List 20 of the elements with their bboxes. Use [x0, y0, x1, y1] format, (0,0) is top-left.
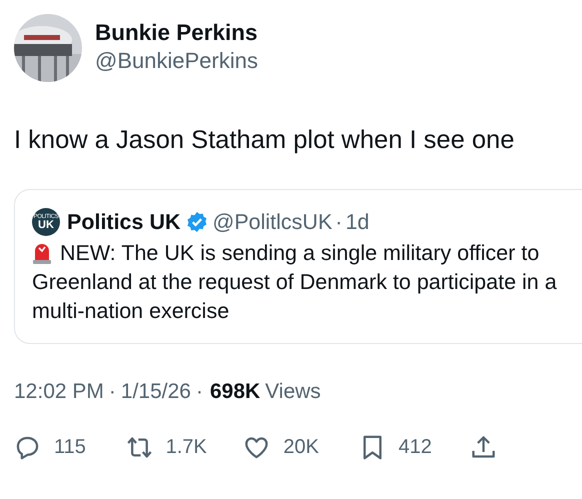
post-time: 12:02 PM: [14, 380, 104, 404]
tweet-text: I know a Jason Statham plot when I see one: [14, 126, 516, 155]
quoted-author-name: Politics UK: [67, 210, 180, 234]
separator-dot: ·: [108, 380, 116, 404]
views-label: Views: [265, 380, 321, 404]
post-date: 1/15/26: [120, 380, 191, 404]
action-count: 115: [54, 436, 86, 459]
action-count: 1.7K: [166, 436, 207, 459]
views-count: 698K: [210, 380, 260, 404]
quoted-post-text: NEW: The UK is sending a single military officer to Greenland at the request of Denmark to participate in a multi-nation exercise: [32, 240, 558, 325]
separator-dot: ·: [196, 380, 203, 404]
siren-icon: [32, 242, 52, 264]
author-name[interactable]: Bunkie Perkins: [95, 20, 258, 46]
author-handle[interactable]: @BunkiePerkins: [95, 48, 258, 74]
quoted-post-time: 1d: [345, 210, 370, 234]
quoted-author-handle: @PolitlcsUK: [212, 210, 332, 234]
reply-icon[interactable]: [14, 434, 41, 461]
action-count: 20K: [283, 436, 319, 459]
action-count: 412: [398, 436, 432, 459]
separator-dot: ·: [335, 210, 342, 234]
